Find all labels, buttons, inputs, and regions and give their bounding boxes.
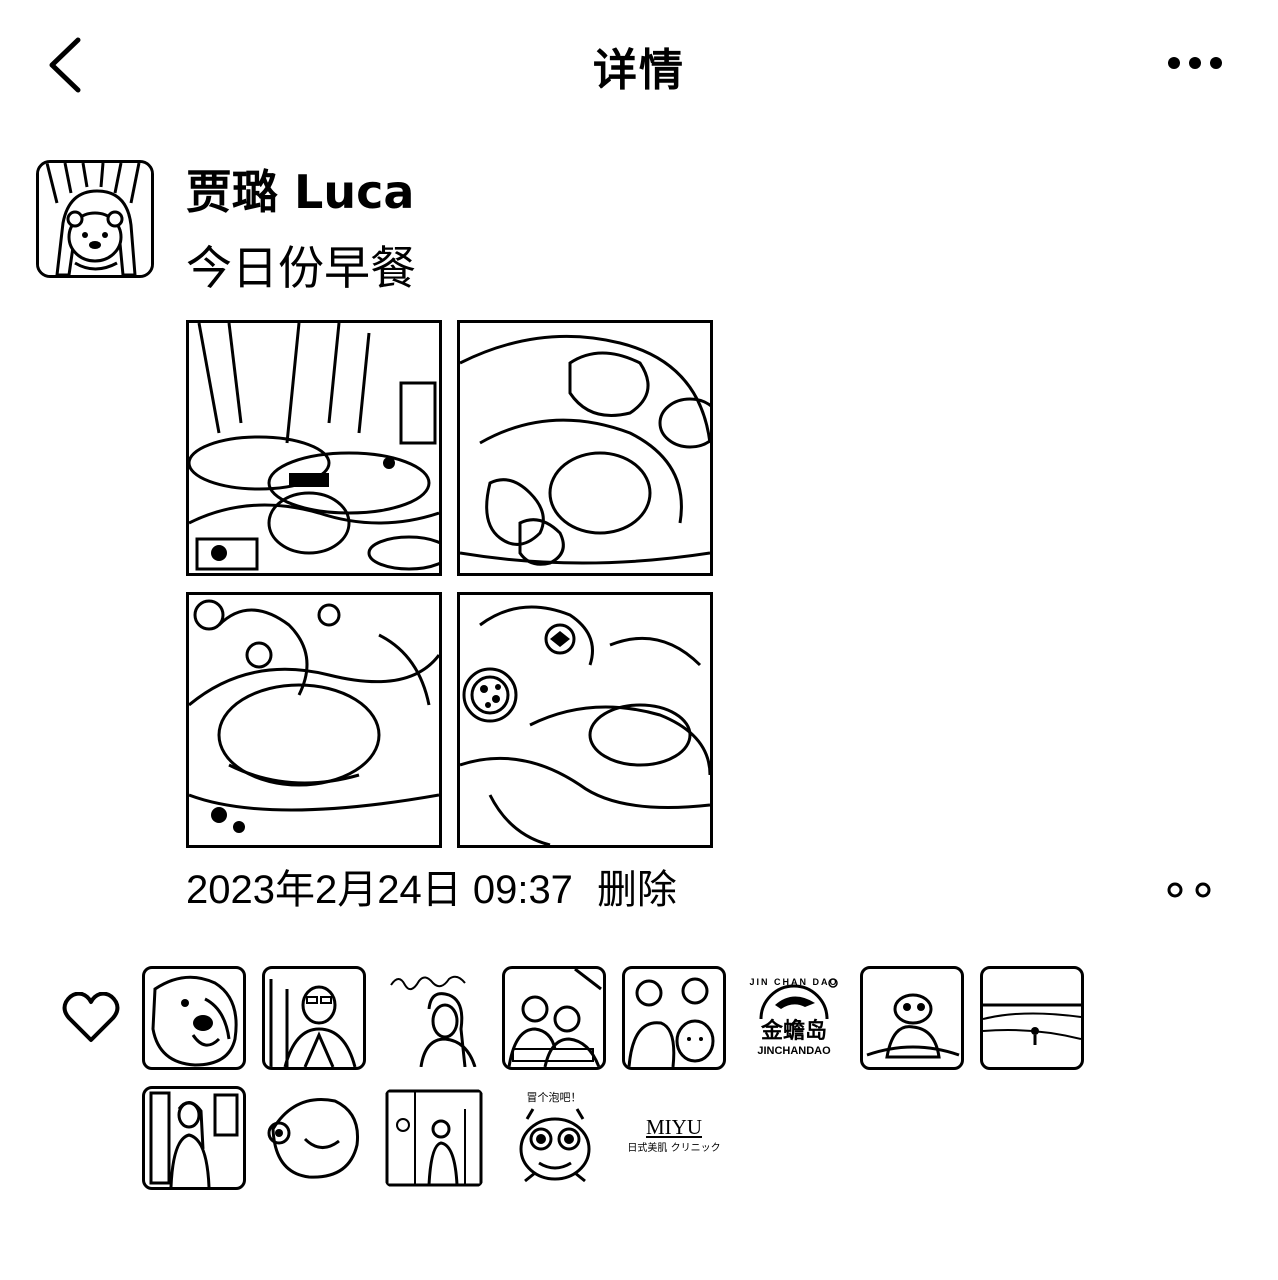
more-button[interactable]	[1160, 46, 1230, 80]
post-photo-4[interactable]	[457, 592, 713, 848]
woman-in-shop-avatar-icon	[149, 1091, 239, 1187]
liker-avatar-2[interactable]	[262, 966, 366, 1070]
comment-dots-icon	[1167, 882, 1211, 898]
post-text: 今日份早餐	[186, 241, 416, 295]
liker-avatar-9[interactable]	[142, 1086, 246, 1190]
bear-character-avatar-icon	[39, 163, 151, 275]
post-photo-2[interactable]	[457, 320, 713, 576]
jinchandao-brand: 金蟾岛	[760, 1019, 827, 1044]
heart-outline-icon	[62, 992, 120, 1044]
liker-avatar-3[interactable]	[382, 966, 486, 1070]
liker-avatar-7[interactable]	[860, 966, 964, 1070]
fruit-bowl-photo-icon	[460, 605, 710, 845]
street-scene-avatar-icon	[385, 1089, 483, 1187]
liker-avatar-11[interactable]	[382, 1086, 486, 1190]
more-horizontal-icon	[1168, 57, 1222, 69]
page-title: 详情	[593, 45, 685, 96]
delete-button[interactable]: 删除	[597, 867, 677, 913]
liker-avatar-1[interactable]	[142, 966, 246, 1070]
jinchandao-arc-text: JIN CHAN DAO	[749, 977, 839, 987]
liker-avatar-10[interactable]	[262, 1086, 366, 1190]
miyu-brand: MIYU	[646, 1115, 702, 1139]
liker-avatar-12[interactable]: 冒个泡吧！	[502, 1086, 606, 1190]
breakfast-table-photo-icon	[189, 323, 439, 571]
liker-avatar-8[interactable]	[980, 966, 1084, 1070]
author-name[interactable]: 贾璐 Luca	[186, 162, 414, 222]
dog-avatar-icon	[151, 975, 238, 1067]
miyu-subtitle: 日式美肌 クリニック	[627, 1143, 721, 1154]
man-photo-avatar-icon	[269, 979, 357, 1067]
pastry-plate-photo-icon	[460, 334, 710, 566]
liker-avatar-6[interactable]: JIN CHAN DAO 金蟾岛 JINCHANDAO	[742, 966, 846, 1070]
post-meta: 2023年2月24日 09:37 删除	[186, 862, 677, 918]
bread-closeup-photo-icon	[189, 599, 439, 833]
group-photo-avatar-icon	[507, 969, 602, 1067]
post-photo-3[interactable]	[186, 592, 442, 848]
liker-avatar-4[interactable]	[502, 966, 606, 1070]
cartoon-fish-avatar-icon	[267, 1098, 360, 1179]
comment-button[interactable]	[1162, 876, 1218, 904]
frog-avatar-caption: 冒个泡吧！	[526, 1091, 582, 1104]
author-avatar[interactable]	[36, 160, 154, 278]
post-timestamp: 2023年2月24日 09:37	[186, 868, 573, 912]
post-photo-1[interactable]	[186, 320, 442, 576]
cartoon-animal-avatar-icon	[866, 993, 960, 1059]
jinchandao-brand-en: JINCHANDAO	[757, 1045, 831, 1057]
liker-avatar-5[interactable]	[622, 966, 726, 1070]
beach-landscape-avatar-icon	[983, 1003, 1081, 1045]
liker-avatar-13[interactable]: MIYU 日式美肌 クリニック	[622, 1086, 726, 1190]
nav-bar: 详情	[0, 0, 1278, 130]
calligraphy-portrait-avatar-icon	[390, 975, 477, 1067]
friends-selfie-avatar-icon	[627, 977, 715, 1067]
